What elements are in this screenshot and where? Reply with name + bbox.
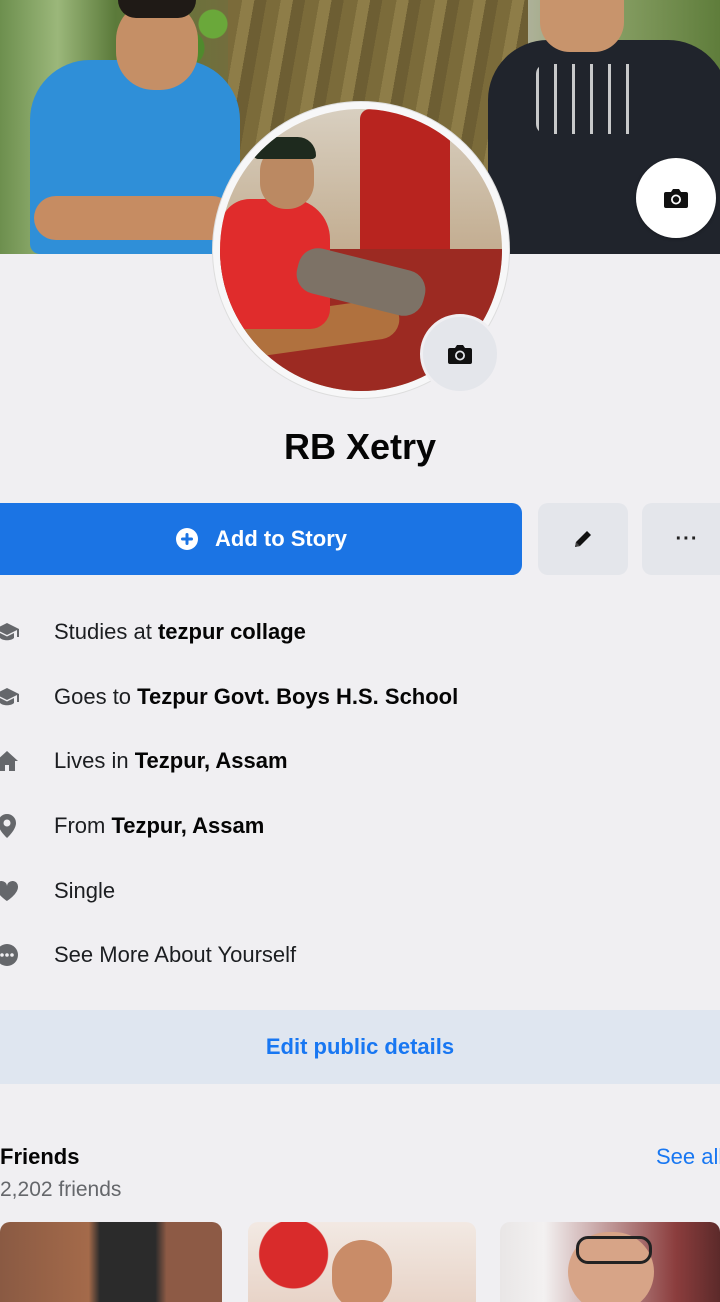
more-options-button[interactable]: ··· <box>642 503 720 575</box>
detail-row-school[interactable]: Goes to Tezpur Govt. Boys H.S. School <box>0 665 720 730</box>
friend-glasses <box>576 1236 652 1264</box>
detail-row-studies[interactable]: Studies at tezpur collage <box>0 600 720 665</box>
profile-name: RB Xetry <box>283 426 437 467</box>
cover-person-left-hair <box>118 0 196 18</box>
detail-prefix: Studies at <box>54 619 158 645</box>
detail-prefix: Lives in <box>54 748 135 774</box>
detail-prefix: From <box>54 813 112 839</box>
more-dots-icon <box>0 942 20 968</box>
cover-person-right-neck <box>540 0 624 52</box>
add-to-story-label: Add to Story <box>215 526 347 551</box>
edit-profile-button[interactable] <box>538 503 628 575</box>
friend-face <box>332 1240 392 1302</box>
camera-icon <box>448 345 472 364</box>
detail-row-from[interactable]: From Tezpur, Assam <box>0 794 720 859</box>
detail-value: See More About Yourself <box>54 942 297 968</box>
more-dots-icon: ··· <box>675 527 699 550</box>
see-all-friends-link[interactable]: See all <box>656 1144 720 1170</box>
detail-row-see-more[interactable]: See More About Yourself <box>0 923 720 988</box>
detail-row-relationship[interactable]: Single <box>0 858 720 923</box>
detail-value: Single <box>54 877 116 903</box>
friends-title: Friends <box>0 1144 80 1169</box>
friend-thumbnail[interactable] <box>500 1222 720 1302</box>
detail-row-lives-in[interactable]: Lives in Tezpur, Assam <box>0 729 720 794</box>
home-icon <box>0 748 20 774</box>
detail-value: tezpur collage <box>157 619 306 645</box>
cover-shirt-print <box>536 64 640 134</box>
graduation-cap-icon <box>0 619 20 645</box>
avatar-cap <box>254 137 316 159</box>
graduation-cap-icon <box>0 684 20 710</box>
edit-public-details-button[interactable]: Edit public details <box>0 1010 720 1084</box>
detail-value: Tezpur, Assam <box>111 813 265 839</box>
detail-value: Tezpur Govt. Boys H.S. School <box>137 683 459 709</box>
friend-thumbnail[interactable] <box>0 1222 222 1302</box>
heart-icon <box>0 878 20 904</box>
friends-count: 2,202 friends <box>0 1178 122 1201</box>
cover-person-left-arms <box>34 196 234 240</box>
edit-cover-photo-button[interactable] <box>636 158 716 238</box>
add-to-story-button[interactable]: Add to Story <box>0 503 522 575</box>
edit-profile-picture-button[interactable] <box>420 314 500 394</box>
pencil-icon <box>575 531 591 547</box>
camera-icon <box>664 189 688 208</box>
intro-details: Studies at tezpur collage Goes to Tezpur… <box>0 600 720 988</box>
detail-prefix: Goes to <box>54 683 138 709</box>
detail-value: Tezpur, Assam <box>134 748 288 774</box>
friend-thumbnail[interactable] <box>248 1222 476 1302</box>
location-pin-icon <box>0 813 20 839</box>
plus-circle-icon <box>176 528 198 550</box>
